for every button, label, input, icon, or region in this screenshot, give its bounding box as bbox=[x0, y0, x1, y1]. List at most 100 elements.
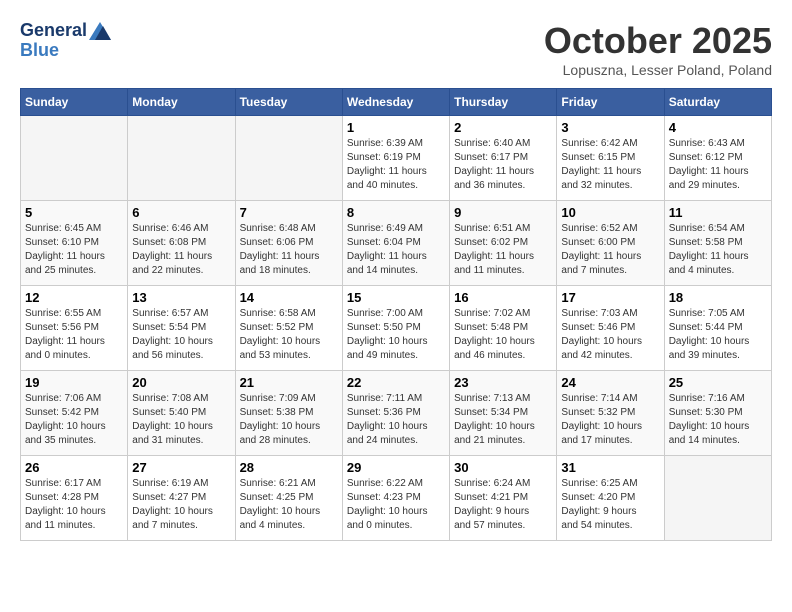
calendar-day: 8 Sunrise: 6:49 AM Sunset: 6:04 PM Daylig… bbox=[342, 201, 449, 286]
calendar-day: 10Sunrise: 6:52 AM Sunset: 6:00 PM Dayli… bbox=[557, 201, 664, 286]
calendar-day bbox=[235, 116, 342, 201]
calendar-day: 5 Sunrise: 6:45 AM Sunset: 6:10 PM Daylig… bbox=[21, 201, 128, 286]
calendar-day: 26 Sunrise: 6:17 AM Sunset: 4:28 PM Dayli… bbox=[21, 456, 128, 541]
day-info: Sunrise: 6:24 AM Sunset: 4:21 PM Dayligh… bbox=[454, 477, 552, 533]
calendar-day: 30 Sunrise: 6:24 AM Sunset: 4:21 PM Dayli… bbox=[450, 456, 557, 541]
day-number: 11 bbox=[669, 205, 767, 220]
calendar-day: 25 Sunrise: 7:16 AM Sunset: 5:30 PM Dayli… bbox=[664, 371, 771, 456]
day-info: Sunrise: 7:03 AM Sunset: 5:46 PM Dayligh… bbox=[561, 307, 659, 363]
day-number: 5 bbox=[25, 205, 123, 220]
calendar-day: 21 Sunrise: 7:09 AM Sunset: 5:38 PM Dayli… bbox=[235, 371, 342, 456]
day-number: 25 bbox=[669, 375, 767, 390]
calendar-day: 4Sunrise: 6:43 AM Sunset: 6:12 PM Daylig… bbox=[664, 116, 771, 201]
calendar-day bbox=[664, 456, 771, 541]
day-info: Sunrise: 6:42 AM Sunset: 6:15 PM Dayligh… bbox=[561, 137, 659, 193]
calendar-header-row: SundayMondayTuesdayWednesdayThursdayFrid… bbox=[21, 89, 772, 116]
day-info: Sunrise: 6:21 AM Sunset: 4:25 PM Dayligh… bbox=[240, 477, 338, 533]
day-number: 26 bbox=[25, 460, 123, 475]
day-number: 28 bbox=[240, 460, 338, 475]
day-info: Sunrise: 6:25 AM Sunset: 4:20 PM Dayligh… bbox=[561, 477, 659, 533]
calendar-header-tuesday: Tuesday bbox=[235, 89, 342, 116]
day-number: 8 bbox=[347, 205, 445, 220]
calendar-header-saturday: Saturday bbox=[664, 89, 771, 116]
calendar-day: 29 Sunrise: 6:22 AM Sunset: 4:23 PM Dayli… bbox=[342, 456, 449, 541]
calendar: SundayMondayTuesdayWednesdayThursdayFrid… bbox=[20, 88, 772, 541]
calendar-day: 1 Sunrise: 6:39 AM Sunset: 6:19 PM Daylig… bbox=[342, 116, 449, 201]
calendar-day: 15 Sunrise: 7:00 AM Sunset: 5:50 PM Dayli… bbox=[342, 286, 449, 371]
calendar-header-monday: Monday bbox=[128, 89, 235, 116]
calendar-day: 22 Sunrise: 7:11 AM Sunset: 5:36 PM Dayli… bbox=[342, 371, 449, 456]
calendar-week-row: 5 Sunrise: 6:45 AM Sunset: 6:10 PM Daylig… bbox=[21, 201, 772, 286]
calendar-day: 23 Sunrise: 7:13 AM Sunset: 5:34 PM Dayli… bbox=[450, 371, 557, 456]
day-info: Sunrise: 7:09 AM Sunset: 5:38 PM Dayligh… bbox=[240, 392, 338, 448]
calendar-day: 17 Sunrise: 7:03 AM Sunset: 5:46 PM Dayli… bbox=[557, 286, 664, 371]
calendar-day: 28 Sunrise: 6:21 AM Sunset: 4:25 PM Dayli… bbox=[235, 456, 342, 541]
calendar-day: 24Sunrise: 7:14 AM Sunset: 5:32 PM Dayli… bbox=[557, 371, 664, 456]
day-number: 12 bbox=[25, 290, 123, 305]
day-info: Sunrise: 7:11 AM Sunset: 5:36 PM Dayligh… bbox=[347, 392, 445, 448]
day-info: Sunrise: 7:05 AM Sunset: 5:44 PM Dayligh… bbox=[669, 307, 767, 363]
day-info: Sunrise: 6:49 AM Sunset: 6:04 PM Dayligh… bbox=[347, 222, 445, 278]
calendar-day: 9 Sunrise: 6:51 AM Sunset: 6:02 PM Daylig… bbox=[450, 201, 557, 286]
day-number: 7 bbox=[240, 205, 338, 220]
day-info: Sunrise: 6:54 AM Sunset: 5:58 PM Dayligh… bbox=[669, 222, 767, 278]
day-number: 9 bbox=[454, 205, 552, 220]
day-number: 1 bbox=[347, 120, 445, 135]
calendar-header-friday: Friday bbox=[557, 89, 664, 116]
day-info: Sunrise: 6:55 AM Sunset: 5:56 PM Dayligh… bbox=[25, 307, 123, 363]
day-info: Sunrise: 6:22 AM Sunset: 4:23 PM Dayligh… bbox=[347, 477, 445, 533]
calendar-day: 19Sunrise: 7:06 AM Sunset: 5:42 PM Dayli… bbox=[21, 371, 128, 456]
day-info: Sunrise: 6:45 AM Sunset: 6:10 PM Dayligh… bbox=[25, 222, 123, 278]
day-info: Sunrise: 7:06 AM Sunset: 5:42 PM Dayligh… bbox=[25, 392, 123, 448]
day-info: Sunrise: 6:51 AM Sunset: 6:02 PM Dayligh… bbox=[454, 222, 552, 278]
calendar-week-row: 26 Sunrise: 6:17 AM Sunset: 4:28 PM Dayli… bbox=[21, 456, 772, 541]
day-info: Sunrise: 6:57 AM Sunset: 5:54 PM Dayligh… bbox=[132, 307, 230, 363]
location: Lopuszna, Lesser Poland, Poland bbox=[544, 62, 772, 78]
day-number: 23 bbox=[454, 375, 552, 390]
day-number: 16 bbox=[454, 290, 552, 305]
month-title: October 2025 bbox=[544, 20, 772, 62]
day-number: 15 bbox=[347, 290, 445, 305]
day-number: 14 bbox=[240, 290, 338, 305]
calendar-week-row: 1 Sunrise: 6:39 AM Sunset: 6:19 PM Daylig… bbox=[21, 116, 772, 201]
calendar-day: 16 Sunrise: 7:02 AM Sunset: 5:48 PM Dayli… bbox=[450, 286, 557, 371]
page-header: General Blue October 2025 Lopuszna, Less… bbox=[20, 20, 772, 78]
calendar-day: 18Sunrise: 7:05 AM Sunset: 5:44 PM Dayli… bbox=[664, 286, 771, 371]
day-number: 29 bbox=[347, 460, 445, 475]
day-number: 21 bbox=[240, 375, 338, 390]
calendar-day: 11 Sunrise: 6:54 AM Sunset: 5:58 PM Dayli… bbox=[664, 201, 771, 286]
calendar-day bbox=[128, 116, 235, 201]
logo-text: General bbox=[20, 20, 111, 42]
calendar-day: 20Sunrise: 7:08 AM Sunset: 5:40 PM Dayli… bbox=[128, 371, 235, 456]
calendar-day: 3 Sunrise: 6:42 AM Sunset: 6:15 PM Daylig… bbox=[557, 116, 664, 201]
day-number: 13 bbox=[132, 290, 230, 305]
calendar-day bbox=[21, 116, 128, 201]
calendar-week-row: 12 Sunrise: 6:55 AM Sunset: 5:56 PM Dayli… bbox=[21, 286, 772, 371]
day-info: Sunrise: 6:40 AM Sunset: 6:17 PM Dayligh… bbox=[454, 137, 552, 193]
day-info: Sunrise: 6:39 AM Sunset: 6:19 PM Dayligh… bbox=[347, 137, 445, 193]
day-info: Sunrise: 7:16 AM Sunset: 5:30 PM Dayligh… bbox=[669, 392, 767, 448]
logo-blue: Blue bbox=[20, 40, 111, 61]
day-number: 31 bbox=[561, 460, 659, 475]
calendar-header-thursday: Thursday bbox=[450, 89, 557, 116]
calendar-day: 6Sunrise: 6:46 AM Sunset: 6:08 PM Daylig… bbox=[128, 201, 235, 286]
day-info: Sunrise: 6:17 AM Sunset: 4:28 PM Dayligh… bbox=[25, 477, 123, 533]
day-number: 10 bbox=[561, 205, 659, 220]
day-info: Sunrise: 6:19 AM Sunset: 4:27 PM Dayligh… bbox=[132, 477, 230, 533]
day-info: Sunrise: 6:46 AM Sunset: 6:08 PM Dayligh… bbox=[132, 222, 230, 278]
day-number: 30 bbox=[454, 460, 552, 475]
day-info: Sunrise: 7:14 AM Sunset: 5:32 PM Dayligh… bbox=[561, 392, 659, 448]
day-number: 3 bbox=[561, 120, 659, 135]
logo: General Blue bbox=[20, 20, 111, 61]
day-number: 17 bbox=[561, 290, 659, 305]
calendar-header-wednesday: Wednesday bbox=[342, 89, 449, 116]
day-info: Sunrise: 7:02 AM Sunset: 5:48 PM Dayligh… bbox=[454, 307, 552, 363]
calendar-day: 14Sunrise: 6:58 AM Sunset: 5:52 PM Dayli… bbox=[235, 286, 342, 371]
day-number: 4 bbox=[669, 120, 767, 135]
day-info: Sunrise: 7:13 AM Sunset: 5:34 PM Dayligh… bbox=[454, 392, 552, 448]
day-info: Sunrise: 7:00 AM Sunset: 5:50 PM Dayligh… bbox=[347, 307, 445, 363]
calendar-day: 13 Sunrise: 6:57 AM Sunset: 5:54 PM Dayli… bbox=[128, 286, 235, 371]
day-number: 22 bbox=[347, 375, 445, 390]
calendar-header-sunday: Sunday bbox=[21, 89, 128, 116]
day-number: 27 bbox=[132, 460, 230, 475]
